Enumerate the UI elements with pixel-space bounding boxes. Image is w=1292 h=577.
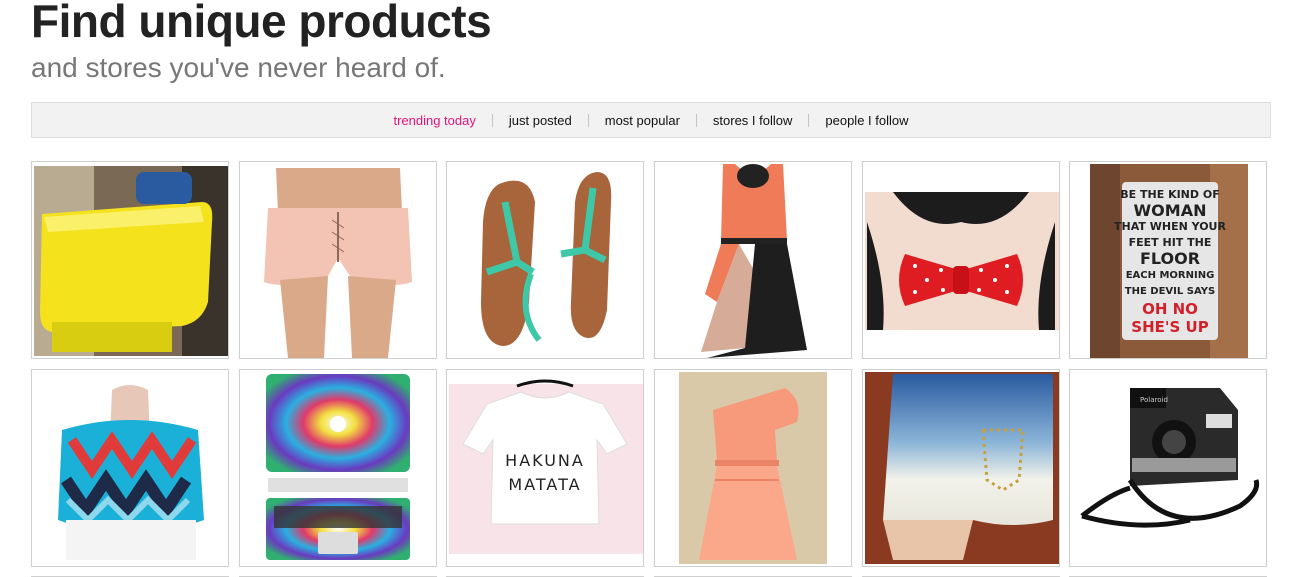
page-title: Find unique products: [31, 0, 492, 47]
svg-text:FLOOR: FLOOR: [1140, 249, 1200, 268]
studded-shorts-image: [865, 372, 1059, 564]
lace-up-shorts-image: [240, 162, 436, 358]
filter-bar: trending today just posted most popular …: [31, 102, 1271, 138]
svg-text:BE THE KIND OF: BE THE KIND OF: [1120, 188, 1219, 201]
filter-separator: [491, 113, 493, 127]
svg-text:FEET HIT THE: FEET HIT THE: [1129, 236, 1212, 249]
svg-text:OH NO: OH NO: [1142, 300, 1198, 318]
product-tile[interactable]: HAKUNA MATATA: [446, 369, 644, 567]
svg-text:THAT WHEN YOUR: THAT WHEN YOUR: [1114, 220, 1226, 233]
filter-stores-i-follow[interactable]: stores I follow: [713, 113, 792, 128]
svg-text:Polaroid: Polaroid: [1140, 396, 1168, 404]
car-air-mattress-image: [34, 166, 228, 356]
filter-separator: [808, 113, 810, 127]
svg-text:HAKUNA: HAKUNA: [505, 451, 585, 470]
crop-tee-image: HAKUNA MATATA: [447, 370, 643, 566]
filter-most-popular[interactable]: most popular: [605, 113, 680, 128]
product-tile[interactable]: [862, 369, 1060, 567]
product-tile[interactable]: BE THE KIND OF WOMAN THAT WHEN YOUR FEET…: [1069, 161, 1267, 359]
svg-text:THE DEVIL SAYS: THE DEVIL SAYS: [1125, 286, 1215, 297]
product-tile[interactable]: Polaroid: [1069, 369, 1267, 567]
polaroid-camera-image: Polaroid: [1070, 370, 1266, 566]
filter-separator: [587, 113, 589, 127]
filter-trending-today[interactable]: trending today: [393, 113, 475, 128]
one-shoulder-dress-image: [655, 370, 851, 566]
svg-text:EACH MORNING: EACH MORNING: [1126, 270, 1215, 281]
product-tile[interactable]: [31, 369, 229, 567]
infinity-scarf-image: [32, 370, 228, 566]
product-tile[interactable]: [654, 161, 852, 359]
page-subtitle: and stores you've never heard of.: [31, 52, 446, 83]
product-tile[interactable]: [239, 369, 437, 567]
product-tile[interactable]: [862, 161, 1060, 359]
svg-text:WOMAN: WOMAN: [1134, 201, 1207, 220]
svg-text:SHE'S UP: SHE'S UP: [1131, 318, 1208, 336]
filter-people-i-follow[interactable]: people I follow: [825, 113, 908, 128]
filter-just-posted[interactable]: just posted: [509, 113, 572, 128]
sandals-image: [447, 162, 643, 358]
product-tile[interactable]: [31, 161, 229, 359]
color-block-dress-image: [655, 162, 851, 358]
wood-sign-image: BE THE KIND OF WOMAN THAT WHEN YOUR FEET…: [1070, 162, 1266, 358]
product-tile[interactable]: [446, 161, 644, 359]
svg-text:MATATA: MATATA: [508, 475, 581, 494]
bow-bandeau-image: [863, 162, 1059, 358]
laptop-skin-image: [240, 370, 436, 566]
page: Find unique products and stores you've n…: [0, 0, 1292, 577]
product-tile[interactable]: [654, 369, 852, 567]
product-tile[interactable]: [239, 161, 437, 359]
filter-separator: [695, 113, 697, 127]
